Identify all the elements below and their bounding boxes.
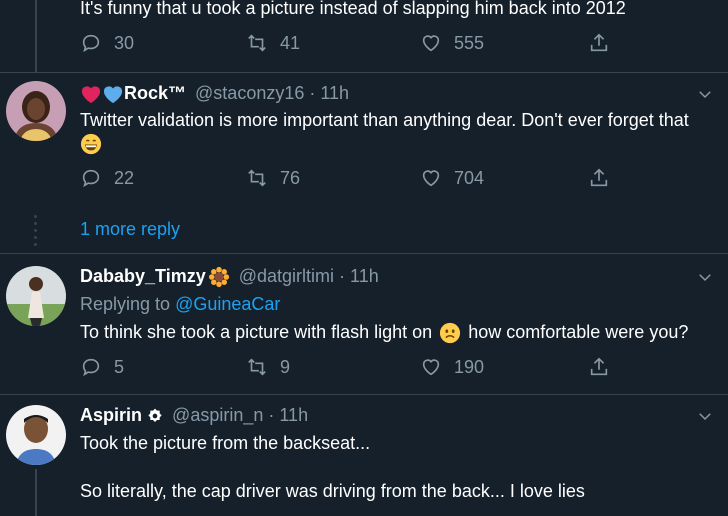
thread-line xyxy=(35,469,37,516)
retweet-count: 76 xyxy=(280,167,301,188)
tweet-1[interactable]: It's funny that u took a picture instead… xyxy=(0,0,728,72)
tweet-text: To think she took a picture with flash l… xyxy=(80,320,688,344)
timestamp[interactable]: · 11h xyxy=(268,405,308,425)
tweet-3[interactable]: Dababy_Timzy @datgirltimi · 11h Replying… xyxy=(0,254,728,394)
share-button[interactable] xyxy=(588,356,622,378)
avatar[interactable] xyxy=(6,266,66,326)
like-icon xyxy=(422,359,440,376)
heart-emoji-icon xyxy=(103,86,123,104)
reply-count: 30 xyxy=(114,32,135,53)
retweet-icon xyxy=(248,34,266,52)
badge-icon xyxy=(148,408,162,423)
reply-count: 5 xyxy=(114,356,125,377)
avatar[interactable] xyxy=(6,81,66,141)
thread-dots xyxy=(34,215,37,250)
tweet-text-part-1: To think she took a picture with flash l… xyxy=(80,322,433,342)
handle[interactable]: @aspirin_n xyxy=(172,405,263,425)
retweet-count: 9 xyxy=(280,356,291,377)
retweet-icon xyxy=(248,358,266,376)
replying-to: Replying to @GuineaCar xyxy=(80,294,280,315)
like-icon xyxy=(422,35,440,52)
reply-icon xyxy=(82,358,100,377)
like-button[interactable]: 555 xyxy=(420,32,484,54)
retweet-button[interactable]: 41 xyxy=(246,32,300,54)
reply-icon xyxy=(82,34,100,53)
like-icon xyxy=(422,170,440,187)
display-name[interactable]: Rock™ xyxy=(124,83,186,103)
sunflower-emoji-icon xyxy=(208,267,229,288)
like-count: 704 xyxy=(454,167,485,188)
avatar[interactable] xyxy=(6,405,66,465)
tweet-actions: 30 41 555 xyxy=(80,32,620,58)
retweet-button[interactable]: 9 xyxy=(246,356,290,378)
like-button[interactable]: 704 xyxy=(420,167,484,189)
replying-to-prefix: Replying to xyxy=(80,294,171,314)
heart-emoji-icon xyxy=(81,86,101,104)
retweet-button[interactable]: 76 xyxy=(246,167,300,189)
tweet-text-line-1: Took the picture from the backseat... xyxy=(80,433,371,453)
reply-button[interactable]: 22 xyxy=(80,167,134,189)
grin-emoji-icon xyxy=(80,133,102,155)
tweet-4[interactable]: Aspirin @aspirin_n · 11h Took the pictur… xyxy=(0,395,728,516)
retweet-icon xyxy=(248,169,266,187)
reply-button[interactable]: 5 xyxy=(80,356,124,378)
handle[interactable]: @staconzy16 xyxy=(195,83,304,103)
retweet-count: 41 xyxy=(280,32,301,53)
like-count: 190 xyxy=(454,356,485,377)
tweet-text: It's funny that u took a picture instead… xyxy=(80,0,626,18)
display-name[interactable]: Aspirin xyxy=(80,405,142,425)
share-button[interactable] xyxy=(588,32,622,54)
reply-button[interactable]: 30 xyxy=(80,32,134,54)
share-icon xyxy=(590,168,608,187)
tweet-text-part-2: how comfortable were you? xyxy=(468,322,689,342)
handle[interactable]: @datgirltimi xyxy=(239,266,334,286)
thread-line xyxy=(35,0,37,72)
tweet-header: Aspirin @aspirin_n · 11h xyxy=(80,405,308,426)
replying-to-link[interactable]: @GuineaCar xyxy=(175,294,280,314)
tweet-actions: 5 9 190 xyxy=(80,356,620,382)
more-replies-link[interactable]: 1 more reply xyxy=(80,219,180,240)
caret-down-icon[interactable] xyxy=(696,407,714,425)
tweet-text: Twitter validation is more important tha… xyxy=(80,110,689,130)
tweet-2[interactable]: Rock™ @staconzy16 · 11h Twitter validati… xyxy=(0,73,728,253)
share-icon xyxy=(590,357,608,376)
frown-emoji-icon xyxy=(440,323,461,344)
tweet-header: Dababy_Timzy @datgirltimi · 11h xyxy=(80,266,379,288)
caret-down-icon[interactable] xyxy=(696,85,714,103)
tweet-text-line-2: So literally, the cap driver was driving… xyxy=(80,481,585,501)
display-name[interactable]: Dababy_Timzy xyxy=(80,266,206,286)
reply-count: 22 xyxy=(114,167,135,188)
timestamp[interactable]: · 11h xyxy=(309,83,349,103)
tweet-actions: 22 76 704 xyxy=(80,167,620,193)
share-icon xyxy=(590,33,608,52)
reply-icon xyxy=(82,169,100,188)
tweet-header: Rock™ @staconzy16 · 11h xyxy=(80,83,349,104)
share-button[interactable] xyxy=(588,167,622,189)
like-count: 555 xyxy=(454,32,485,53)
like-button[interactable]: 190 xyxy=(420,356,484,378)
caret-down-icon[interactable] xyxy=(696,268,714,286)
timestamp[interactable]: · 11h xyxy=(339,266,379,286)
